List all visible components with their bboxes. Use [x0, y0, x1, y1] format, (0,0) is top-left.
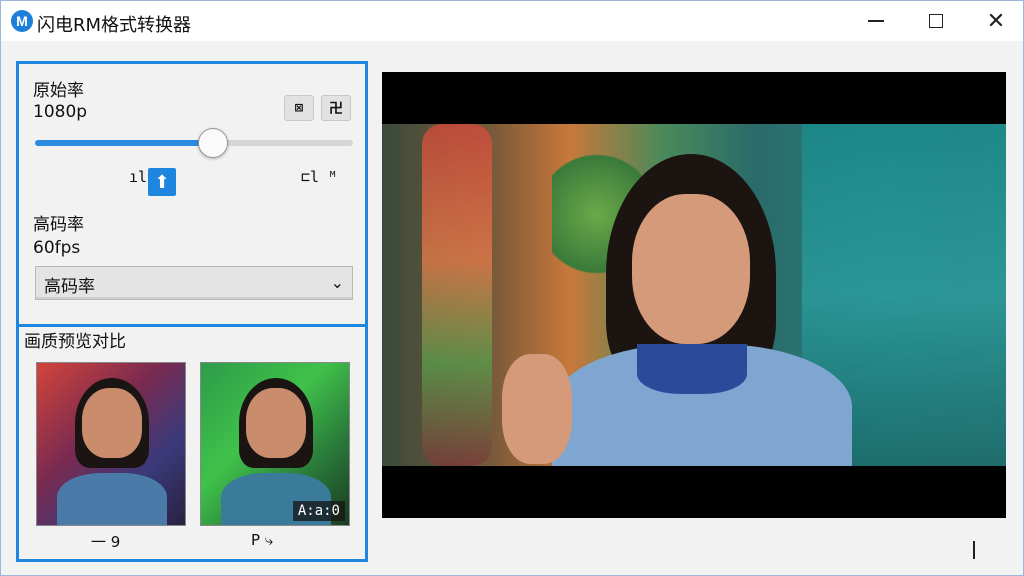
- video-figure-hand: [502, 354, 572, 464]
- aspect-toggle-icon[interactable]: ⊏l ᴹ: [301, 168, 337, 186]
- thumb-figure-face: [82, 388, 142, 458]
- video-figure-collar: [637, 344, 747, 394]
- upload-button[interactable]: ⬆: [148, 168, 176, 196]
- minimize-icon: [868, 20, 884, 22]
- maximize-icon: [929, 14, 943, 28]
- bitrate-label: 高码率: [33, 215, 84, 235]
- video-preview[interactable]: [382, 72, 1006, 518]
- preview-thumbnail-original[interactable]: [36, 362, 186, 526]
- layout-tool-button[interactable]: 卍: [321, 95, 351, 121]
- original-rate-label: 原始率: [33, 81, 84, 101]
- crop-tool-button[interactable]: ⊠: [284, 95, 314, 121]
- thumb-figure-body: [57, 473, 167, 525]
- thumb-figure-face: [246, 388, 306, 458]
- close-icon: ✕: [986, 8, 1006, 34]
- quality-compare-panel: 画质预览对比 A:a:0 一 9 P ⤷: [16, 324, 368, 562]
- thumbnail-caption-2: P ⤷: [251, 531, 274, 549]
- bitrate-select[interactable]: 高码率 ⌄: [35, 266, 353, 300]
- arrow-up-icon: ⬆: [154, 171, 170, 193]
- app-window: M 闪电RM格式转换器 ✕ 原始率 1080p ⊠ 卍 ıll ⬆ ⊏l ᴹ 高…: [0, 0, 1024, 576]
- resolution-slider[interactable]: [35, 128, 353, 158]
- resize-handle[interactable]: [973, 541, 975, 559]
- slider-fill: [35, 140, 214, 146]
- video-frame: [382, 124, 1006, 466]
- resolution-value: 1080p: [33, 102, 88, 122]
- compare-label: 画质预览对比: [24, 332, 126, 352]
- chevron-down-icon: ⌄: [330, 273, 344, 292]
- close-button[interactable]: ✕: [966, 1, 1024, 41]
- bitrate-select-value: 高码率: [44, 277, 95, 297]
- preview-thumbnail-converted[interactable]: A:a:0: [200, 362, 350, 526]
- thumbnail-caption-1: 一 9: [91, 533, 121, 551]
- slider-thumb[interactable]: [198, 128, 229, 158]
- thumbnail-overlay-label: A:a:0: [292, 501, 345, 521]
- fps-value: 60fps: [33, 238, 81, 258]
- maximize-button[interactable]: [906, 1, 966, 41]
- minimize-button[interactable]: [846, 1, 906, 41]
- app-logo-icon: M: [11, 10, 33, 32]
- video-figure-face: [632, 194, 750, 344]
- window-title: 闪电RM格式转换器: [37, 15, 192, 36]
- settings-panel: 原始率 1080p ⊠ 卍 ıll ⬆ ⊏l ᴹ 高码率 60fps 高码率 ⌄: [16, 61, 368, 327]
- video-bg-decor: [422, 124, 492, 466]
- title-bar[interactable]: M 闪电RM格式转换器 ✕: [1, 1, 1023, 41]
